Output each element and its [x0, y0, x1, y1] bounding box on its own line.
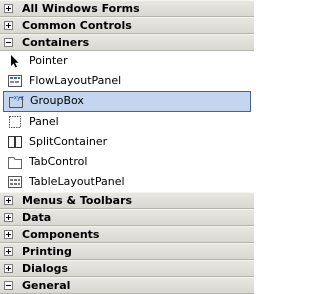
svg-text:xyz: xyz [14, 95, 24, 102]
tool-label: GroupBox [30, 94, 84, 107]
tool-label: FlowLayoutPanel [29, 74, 122, 87]
tool-label: Panel [29, 115, 59, 128]
category-label: Components [22, 228, 100, 241]
category-label: Data [22, 211, 52, 224]
collapse-minus-icon[interactable] [4, 281, 13, 290]
collapse-minus-icon[interactable] [4, 38, 13, 47]
category-label: General [22, 279, 71, 292]
category-all-windows-forms[interactable]: All Windows Forms [0, 0, 254, 17]
category-label: Menus & Toolbars [22, 194, 133, 207]
category-label: Dialogs [22, 262, 69, 275]
tool-item-groupbox[interactable]: xyz GroupBox [3, 91, 251, 112]
tool-item-panel[interactable]: Panel [0, 112, 254, 132]
tabcontrol-icon [8, 157, 22, 169]
tool-label: TabControl [29, 155, 88, 168]
tool-item-tablelayoutpanel[interactable]: TableLayoutPanel [0, 172, 254, 192]
category-general[interactable]: General [0, 277, 254, 294]
expand-plus-icon[interactable] [4, 247, 13, 256]
groupbox-icon: xyz [9, 95, 24, 108]
tool-label: Pointer [29, 54, 68, 67]
category-menus-toolbars[interactable]: Menus & Toolbars [0, 192, 254, 209]
pointer-icon [11, 55, 19, 68]
tool-label: SplitContainer [29, 135, 108, 148]
expand-plus-icon[interactable] [4, 230, 13, 239]
expand-plus-icon[interactable] [4, 21, 13, 30]
splitcontainer-icon [8, 136, 22, 148]
category-label: Containers [22, 36, 90, 49]
category-data[interactable]: Data [0, 209, 254, 226]
category-common-controls[interactable]: Common Controls [0, 17, 254, 34]
category-printing[interactable]: Printing [0, 243, 254, 260]
expand-plus-icon[interactable] [4, 213, 13, 222]
tablelayoutpanel-icon [8, 176, 22, 188]
tool-item-tabcontrol[interactable]: TabControl [0, 152, 254, 172]
category-label: Common Controls [22, 19, 132, 32]
category-label: Printing [22, 245, 72, 258]
expand-plus-icon[interactable] [4, 4, 13, 13]
category-containers[interactable]: Containers [0, 34, 254, 51]
panel-icon [9, 116, 21, 128]
category-label: All Windows Forms [22, 2, 140, 15]
category-components[interactable]: Components [0, 226, 254, 243]
tool-item-flowlayoutpanel[interactable]: FlowLayoutPanel [0, 71, 254, 91]
toolbox-panel: All Windows Forms Common Controls Contai… [0, 0, 254, 294]
expand-plus-icon[interactable] [4, 196, 13, 205]
category-dialogs[interactable]: Dialogs [0, 260, 254, 277]
tool-item-pointer[interactable]: Pointer [0, 51, 254, 71]
tool-item-splitcontainer[interactable]: SplitContainer [0, 132, 254, 152]
flowlayoutpanel-icon [8, 75, 22, 87]
tool-label: TableLayoutPanel [29, 175, 125, 188]
expand-plus-icon[interactable] [4, 264, 13, 273]
